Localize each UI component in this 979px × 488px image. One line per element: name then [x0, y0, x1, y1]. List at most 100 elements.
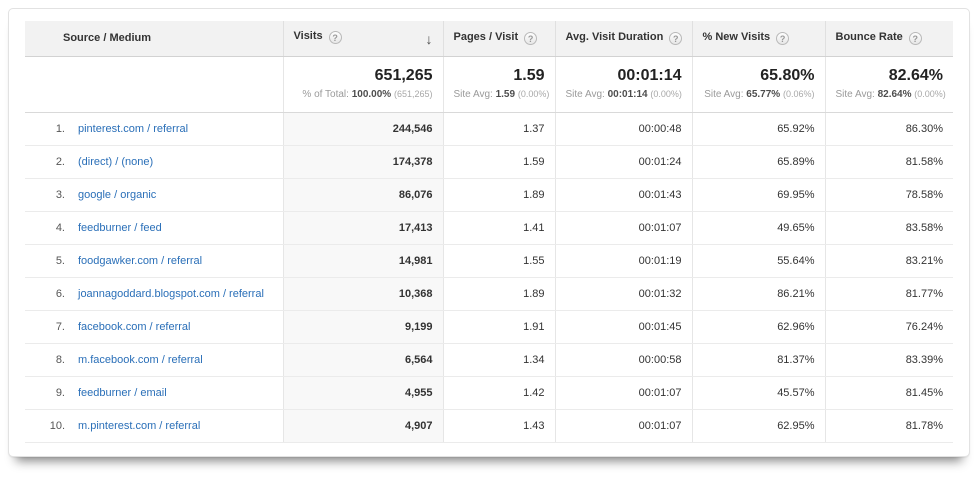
- source-medium-cell: 2. (direct) / (none): [25, 145, 283, 178]
- row-rank: 7.: [25, 321, 65, 333]
- avg-visit-duration-cell: 00:01:07: [555, 376, 692, 409]
- column-header-bounce-rate[interactable]: Bounce Rate?: [825, 21, 953, 56]
- summary-visits-cell: 651,265 % of Total: 100.00% (651,265): [283, 56, 443, 112]
- avg-visit-duration-cell: 00:01:32: [555, 277, 692, 310]
- visits-cell: 86,076: [283, 178, 443, 211]
- avg-visit-duration-cell: 00:01:19: [555, 244, 692, 277]
- visits-cell: 14,981: [283, 244, 443, 277]
- source-medium-link[interactable]: m.facebook.com / referral: [78, 354, 203, 366]
- total-visits-value: 651,265: [294, 67, 433, 85]
- column-label: Bounce Rate: [836, 31, 903, 43]
- pct-new-visits-cell: 81.37%: [692, 343, 825, 376]
- table-row: 3.google / organic 86,076 1.89 00:01:43 …: [25, 178, 953, 211]
- source-medium-link[interactable]: google / organic: [78, 189, 156, 201]
- table-row: 6.joannagoddard.blogspot.com / referral …: [25, 277, 953, 310]
- column-header-pct-new-visits[interactable]: % New Visits?: [692, 21, 825, 56]
- column-label: Source / Medium: [63, 32, 151, 44]
- table-row: 5.foodgawker.com / referral 14,981 1.55 …: [25, 244, 953, 277]
- summary-empty-cell: [25, 56, 283, 112]
- help-icon[interactable]: ?: [776, 32, 789, 45]
- total-visits-subtext: % of Total: 100.00% (651,265): [294, 89, 433, 100]
- column-header-visits[interactable]: Visits?↓: [283, 21, 443, 56]
- bounce-rate-cell: 81.58%: [825, 145, 953, 178]
- avg-pages-subtext: Site Avg: 1.59 (0.00%): [454, 89, 545, 100]
- row-rank: 3.: [25, 189, 65, 201]
- avg-visit-duration-cell: 00:01:45: [555, 310, 692, 343]
- source-medium-link[interactable]: pinterest.com / referral: [78, 123, 188, 135]
- table-row: 7.facebook.com / referral 9,199 1.91 00:…: [25, 310, 953, 343]
- source-medium-cell: 3. google / organic: [25, 178, 283, 211]
- bounce-rate-cell: 81.77%: [825, 277, 953, 310]
- bounce-rate-cell: 76.24%: [825, 310, 953, 343]
- row-rank: 8.: [25, 354, 65, 366]
- bounce-rate-cell: 83.39%: [825, 343, 953, 376]
- table-row: 8.m.facebook.com / referral 6,564 1.34 0…: [25, 343, 953, 376]
- row-rank: 5.: [25, 255, 65, 267]
- pct-new-visits-cell: 49.65%: [692, 211, 825, 244]
- source-medium-link[interactable]: joannagoddard.blogspot.com / referral: [78, 288, 264, 300]
- pages-per-visit-cell: 1.55: [443, 244, 555, 277]
- pct-new-visits-cell: 55.64%: [692, 244, 825, 277]
- avg-bounce-value: 82.64%: [836, 67, 944, 85]
- avg-new-visits-value: 65.80%: [703, 67, 815, 85]
- avg-visit-duration-cell: 00:00:58: [555, 343, 692, 376]
- summary-new-visits-cell: 65.80% Site Avg: 65.77% (0.06%): [692, 56, 825, 112]
- column-header-pages-visit[interactable]: Pages / Visit?: [443, 21, 555, 56]
- visits-cell: 4,955: [283, 376, 443, 409]
- source-medium-link[interactable]: feedburner / email: [78, 387, 167, 399]
- row-rank: 2.: [25, 156, 65, 168]
- visits-cell: 17,413: [283, 211, 443, 244]
- avg-visit-duration-cell: 00:01:07: [555, 409, 692, 442]
- bounce-rate-cell: 78.58%: [825, 178, 953, 211]
- avg-pages-value: 1.59: [454, 67, 545, 85]
- source-medium-cell: 1. pinterest.com / referral: [25, 112, 283, 145]
- summary-pages-cell: 1.59 Site Avg: 1.59 (0.00%): [443, 56, 555, 112]
- sort-desc-icon: ↓: [426, 31, 433, 47]
- pages-per-visit-cell: 1.89: [443, 277, 555, 310]
- source-medium-link[interactable]: (direct) / (none): [78, 156, 153, 168]
- source-medium-link[interactable]: feedburner / feed: [78, 222, 162, 234]
- avg-new-visits-subtext: Site Avg: 65.77% (0.06%): [703, 89, 815, 100]
- source-medium-link[interactable]: facebook.com / referral: [78, 321, 191, 333]
- source-medium-link[interactable]: m.pinterest.com / referral: [78, 420, 200, 432]
- row-rank: 9.: [25, 387, 65, 399]
- avg-duration-subtext: Site Avg: 00:01:14 (0.00%): [566, 89, 682, 100]
- source-medium-table: Source / Medium Visits?↓ Pages / Visit? …: [25, 21, 953, 443]
- row-rank: 1.: [25, 123, 65, 135]
- pct-new-visits-cell: 86.21%: [692, 277, 825, 310]
- bounce-rate-cell: 86.30%: [825, 112, 953, 145]
- analytics-report-card: Source / Medium Visits?↓ Pages / Visit? …: [8, 8, 970, 457]
- avg-visit-duration-cell: 00:01:07: [555, 211, 692, 244]
- pct-new-visits-cell: 65.92%: [692, 112, 825, 145]
- row-rank: 6.: [25, 288, 65, 300]
- pct-new-visits-cell: 65.89%: [692, 145, 825, 178]
- column-header-avg-visit-duration[interactable]: Avg. Visit Duration?: [555, 21, 692, 56]
- avg-visit-duration-cell: 00:01:24: [555, 145, 692, 178]
- source-medium-cell: 7. facebook.com / referral: [25, 310, 283, 343]
- avg-visit-duration-cell: 00:01:43: [555, 178, 692, 211]
- visits-cell: 174,378: [283, 145, 443, 178]
- row-rank: 10.: [25, 420, 65, 432]
- help-icon[interactable]: ?: [909, 32, 922, 45]
- help-icon[interactable]: ?: [524, 32, 537, 45]
- avg-bounce-subtext: Site Avg: 82.64% (0.00%): [836, 89, 944, 100]
- source-medium-cell: 9. feedburner / email: [25, 376, 283, 409]
- visits-cell: 244,546: [283, 112, 443, 145]
- help-icon[interactable]: ?: [329, 31, 342, 44]
- column-label: % New Visits: [703, 31, 771, 43]
- source-medium-cell: 5. foodgawker.com / referral: [25, 244, 283, 277]
- column-header-source-medium[interactable]: Source / Medium: [25, 21, 283, 56]
- column-label: Pages / Visit: [454, 31, 519, 43]
- source-medium-cell: 4.feedburner / feed: [25, 211, 283, 244]
- summary-duration-cell: 00:01:14 Site Avg: 00:01:14 (0.00%): [555, 56, 692, 112]
- bounce-rate-cell: 83.21%: [825, 244, 953, 277]
- pages-per-visit-cell: 1.43: [443, 409, 555, 442]
- avg-duration-value: 00:01:14: [566, 67, 682, 85]
- pages-per-visit-cell: 1.37: [443, 112, 555, 145]
- source-medium-cell: 8. m.facebook.com / referral: [25, 343, 283, 376]
- source-medium-link[interactable]: foodgawker.com / referral: [78, 255, 202, 267]
- help-icon[interactable]: ?: [669, 32, 682, 45]
- pct-new-visits-cell: 62.95%: [692, 409, 825, 442]
- table-row: 1.pinterest.com / referral 244,546 1.37 …: [25, 112, 953, 145]
- bounce-rate-cell: 83.58%: [825, 211, 953, 244]
